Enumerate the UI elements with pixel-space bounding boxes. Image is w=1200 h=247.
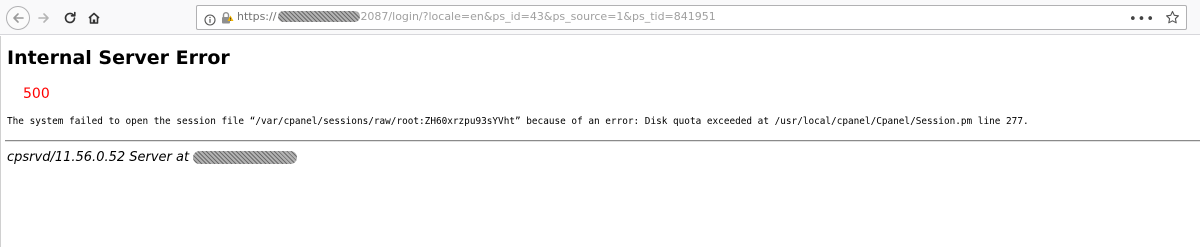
url-path: 2087/login/?locale=en&ps_id=43&ps_source… (360, 10, 716, 23)
url-text[interactable]: https:// 2087/login/?locale=en&ps_id=43&… (237, 10, 716, 23)
back-arrow-icon (11, 11, 25, 25)
back-button[interactable] (6, 6, 30, 30)
forward-arrow-icon (37, 11, 51, 25)
page-actions-button[interactable]: ••• (1129, 12, 1155, 27)
info-icon[interactable] (204, 11, 216, 30)
browser-toolbar: https:// 2087/login/?locale=en&ps_id=43&… (0, 0, 1200, 35)
error-message: The system failed to open the session fi… (7, 116, 1029, 127)
error-code: 500 (23, 86, 50, 102)
url-bar[interactable]: https:// 2087/login/?locale=en&ps_id=43&… (196, 5, 1187, 30)
reload-button[interactable] (58, 6, 82, 30)
page-actions: ••• (1129, 10, 1180, 29)
server-signature-text: cpsrvd/11.56.0.52 Server at (7, 150, 190, 165)
home-icon (87, 11, 101, 25)
reload-icon (63, 11, 77, 25)
page-content: Internal Server Error 500 The system fai… (0, 36, 1200, 247)
forward-button[interactable] (32, 6, 56, 30)
insecure-lock-icon[interactable] (220, 10, 234, 29)
bookmark-star-icon[interactable] (1165, 10, 1180, 29)
url-scheme: https:// (237, 10, 277, 23)
page-title: Internal Server Error (7, 47, 230, 69)
redacted-hostname (193, 151, 298, 164)
redacted-hostname (278, 11, 361, 22)
divider (5, 140, 1200, 142)
server-signature: cpsrvd/11.56.0.52 Server at (7, 150, 298, 165)
home-button[interactable] (82, 6, 106, 30)
